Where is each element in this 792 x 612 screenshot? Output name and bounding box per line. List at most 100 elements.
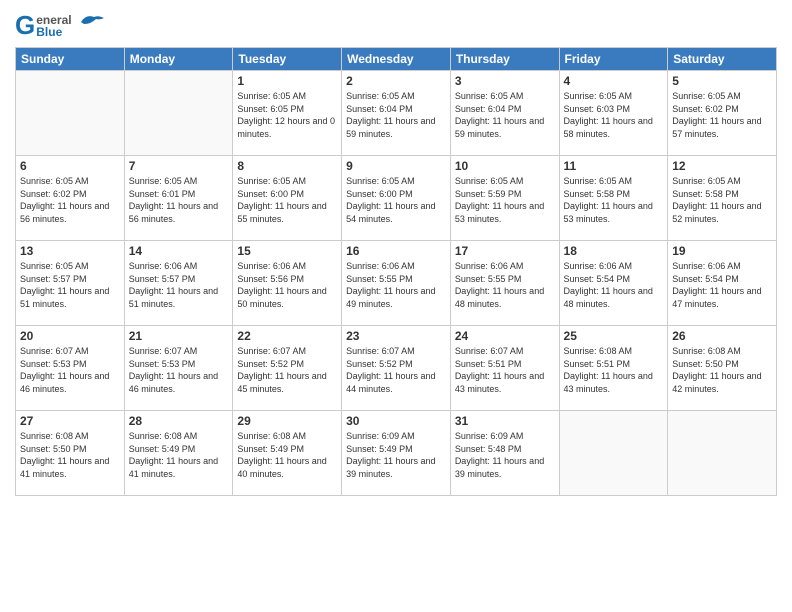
calendar-table: SundayMondayTuesdayWednesdayThursdayFrid… (15, 47, 777, 496)
calendar-day-cell: 31Sunrise: 6:09 AMSunset: 5:48 PMDayligh… (450, 411, 559, 496)
day-number: 25 (564, 329, 664, 343)
calendar-day-cell (668, 411, 777, 496)
day-info: Sunrise: 6:05 AMSunset: 6:02 PMDaylight:… (672, 90, 772, 140)
day-number: 1 (237, 74, 337, 88)
calendar-week-row: 1 Sunrise: 6:05 AMSunset: 6:05 PMDaylight… (16, 71, 777, 156)
day-info: Sunrise: 6:08 AMSunset: 5:51 PMDaylight:… (564, 345, 664, 395)
calendar-day-cell (16, 71, 125, 156)
day-number: 20 (20, 329, 120, 343)
day-number: 13 (20, 244, 120, 258)
day-info: Sunrise: 6:05 AMSunset: 6:04 PMDaylight:… (346, 90, 446, 140)
calendar-day-cell: 19 Sunrise: 6:06 AMSunset: 5:54 PMDayligh… (668, 241, 777, 326)
day-info: Sunrise: 6:06 AMSunset: 5:55 PMDaylight:… (455, 260, 555, 310)
calendar-day-cell: 3Sunrise: 6:05 AMSunset: 6:04 PMDaylight… (450, 71, 559, 156)
calendar-day-cell: 20 Sunrise: 6:07 AMSunset: 5:53 PMDayligh… (16, 326, 125, 411)
day-info: Sunrise: 6:07 AMSunset: 5:53 PMDaylight:… (129, 345, 229, 395)
day-info: Sunrise: 6:05 AMSunset: 5:58 PMDaylight:… (672, 175, 772, 225)
day-info: Sunrise: 6:05 AMSunset: 5:58 PMDaylight:… (564, 175, 664, 225)
day-info: Sunrise: 6:05 AMSunset: 6:00 PMDaylight:… (346, 175, 446, 225)
day-number: 15 (237, 244, 337, 258)
calendar-header-row: SundayMondayTuesdayWednesdayThursdayFrid… (16, 48, 777, 71)
calendar-day-header: Friday (559, 48, 668, 71)
day-number: 26 (672, 329, 772, 343)
day-info: Sunrise: 6:08 AMSunset: 5:50 PMDaylight:… (20, 430, 120, 480)
day-number: 2 (346, 74, 446, 88)
day-number: 7 (129, 159, 229, 173)
day-number: 24 (455, 329, 555, 343)
day-number: 29 (237, 414, 337, 428)
calendar-day-cell: 27Sunrise: 6:08 AMSunset: 5:50 PMDayligh… (16, 411, 125, 496)
day-info: Sunrise: 6:06 AMSunset: 5:54 PMDaylight:… (672, 260, 772, 310)
calendar-day-cell: 10 Sunrise: 6:05 AMSunset: 5:59 PMDayligh… (450, 156, 559, 241)
calendar-day-cell: 13Sunrise: 6:05 AMSunset: 5:57 PMDayligh… (16, 241, 125, 326)
day-info: Sunrise: 6:08 AMSunset: 5:50 PMDaylight:… (672, 345, 772, 395)
day-info: Sunrise: 6:06 AMSunset: 5:56 PMDaylight:… (237, 260, 337, 310)
day-info: Sunrise: 6:08 AMSunset: 5:49 PMDaylight:… (129, 430, 229, 480)
day-number: 14 (129, 244, 229, 258)
header: G eneral Blue (15, 10, 777, 41)
calendar-day-cell: 21Sunrise: 6:07 AMSunset: 5:53 PMDayligh… (124, 326, 233, 411)
calendar-day-header: Saturday (668, 48, 777, 71)
logo-general: eneral (36, 14, 71, 26)
day-info: Sunrise: 6:05 AMSunset: 6:05 PMDaylight:… (237, 90, 337, 140)
day-number: 5 (672, 74, 772, 88)
calendar-week-row: 6 Sunrise: 6:05 AMSunset: 6:02 PMDaylight… (16, 156, 777, 241)
calendar-day-cell: 11 Sunrise: 6:05 AMSunset: 5:58 PMDayligh… (559, 156, 668, 241)
day-number: 9 (346, 159, 446, 173)
day-info: Sunrise: 6:08 AMSunset: 5:49 PMDaylight:… (237, 430, 337, 480)
day-number: 23 (346, 329, 446, 343)
calendar-day-header: Sunday (16, 48, 125, 71)
calendar-day-cell: 17Sunrise: 6:06 AMSunset: 5:55 PMDayligh… (450, 241, 559, 326)
calendar-day-cell: 6 Sunrise: 6:05 AMSunset: 6:02 PMDaylight… (16, 156, 125, 241)
calendar-day-cell: 7 Sunrise: 6:05 AMSunset: 6:01 PMDaylight… (124, 156, 233, 241)
calendar-day-cell: 22 Sunrise: 6:07 AMSunset: 5:52 PMDayligh… (233, 326, 342, 411)
day-number: 22 (237, 329, 337, 343)
calendar-day-cell: 16 Sunrise: 6:06 AMSunset: 5:55 PMDayligh… (342, 241, 451, 326)
calendar-day-cell: 24 Sunrise: 6:07 AMSunset: 5:51 PMDayligh… (450, 326, 559, 411)
day-number: 18 (564, 244, 664, 258)
day-info: Sunrise: 6:05 AMSunset: 5:59 PMDaylight:… (455, 175, 555, 225)
logo-icon: G (15, 10, 35, 41)
day-info: Sunrise: 6:07 AMSunset: 5:52 PMDaylight:… (237, 345, 337, 395)
day-info: Sunrise: 6:07 AMSunset: 5:53 PMDaylight:… (20, 345, 120, 395)
logo: G eneral Blue (15, 10, 106, 41)
day-info: Sunrise: 6:06 AMSunset: 5:55 PMDaylight:… (346, 260, 446, 310)
day-info: Sunrise: 6:06 AMSunset: 5:57 PMDaylight:… (129, 260, 229, 310)
calendar-day-header: Tuesday (233, 48, 342, 71)
day-number: 6 (20, 159, 120, 173)
calendar-day-cell: 25 Sunrise: 6:08 AMSunset: 5:51 PMDayligh… (559, 326, 668, 411)
day-number: 16 (346, 244, 446, 258)
calendar-day-header: Wednesday (342, 48, 451, 71)
calendar-day-cell (559, 411, 668, 496)
page: G eneral Blue SundayMondayTuesdayWednesd… (0, 0, 792, 612)
day-info: Sunrise: 6:09 AMSunset: 5:49 PMDaylight:… (346, 430, 446, 480)
calendar-week-row: 13Sunrise: 6:05 AMSunset: 5:57 PMDayligh… (16, 241, 777, 326)
day-number: 8 (237, 159, 337, 173)
calendar-week-row: 27Sunrise: 6:08 AMSunset: 5:50 PMDayligh… (16, 411, 777, 496)
day-info: Sunrise: 6:07 AMSunset: 5:51 PMDaylight:… (455, 345, 555, 395)
day-info: Sunrise: 6:05 AMSunset: 6:01 PMDaylight:… (129, 175, 229, 225)
day-number: 4 (564, 74, 664, 88)
logo-blue-text: Blue (36, 26, 71, 38)
calendar-week-row: 20 Sunrise: 6:07 AMSunset: 5:53 PMDayligh… (16, 326, 777, 411)
calendar-day-header: Thursday (450, 48, 559, 71)
calendar-day-cell: 8 Sunrise: 6:05 AMSunset: 6:00 PMDaylight… (233, 156, 342, 241)
logo-bird-icon (76, 12, 106, 32)
calendar-day-cell: 29 Sunrise: 6:08 AMSunset: 5:49 PMDayligh… (233, 411, 342, 496)
calendar-day-cell: 26 Sunrise: 6:08 AMSunset: 5:50 PMDayligh… (668, 326, 777, 411)
day-number: 3 (455, 74, 555, 88)
calendar-day-cell: 15 Sunrise: 6:06 AMSunset: 5:56 PMDayligh… (233, 241, 342, 326)
calendar-day-cell: 1 Sunrise: 6:05 AMSunset: 6:05 PMDaylight… (233, 71, 342, 156)
calendar-day-cell: 4Sunrise: 6:05 AMSunset: 6:03 PMDaylight… (559, 71, 668, 156)
calendar-day-cell: 23Sunrise: 6:07 AMSunset: 5:52 PMDayligh… (342, 326, 451, 411)
day-number: 19 (672, 244, 772, 258)
day-number: 11 (564, 159, 664, 173)
day-number: 10 (455, 159, 555, 173)
day-info: Sunrise: 6:05 AMSunset: 6:02 PMDaylight:… (20, 175, 120, 225)
calendar-day-cell: 5 Sunrise: 6:05 AMSunset: 6:02 PMDaylight… (668, 71, 777, 156)
calendar-day-cell: 9 Sunrise: 6:05 AMSunset: 6:00 PMDaylight… (342, 156, 451, 241)
day-number: 30 (346, 414, 446, 428)
calendar-day-cell: 30 Sunrise: 6:09 AMSunset: 5:49 PMDayligh… (342, 411, 451, 496)
day-info: Sunrise: 6:05 AMSunset: 6:00 PMDaylight:… (237, 175, 337, 225)
calendar-day-cell: 2 Sunrise: 6:05 AMSunset: 6:04 PMDaylight… (342, 71, 451, 156)
